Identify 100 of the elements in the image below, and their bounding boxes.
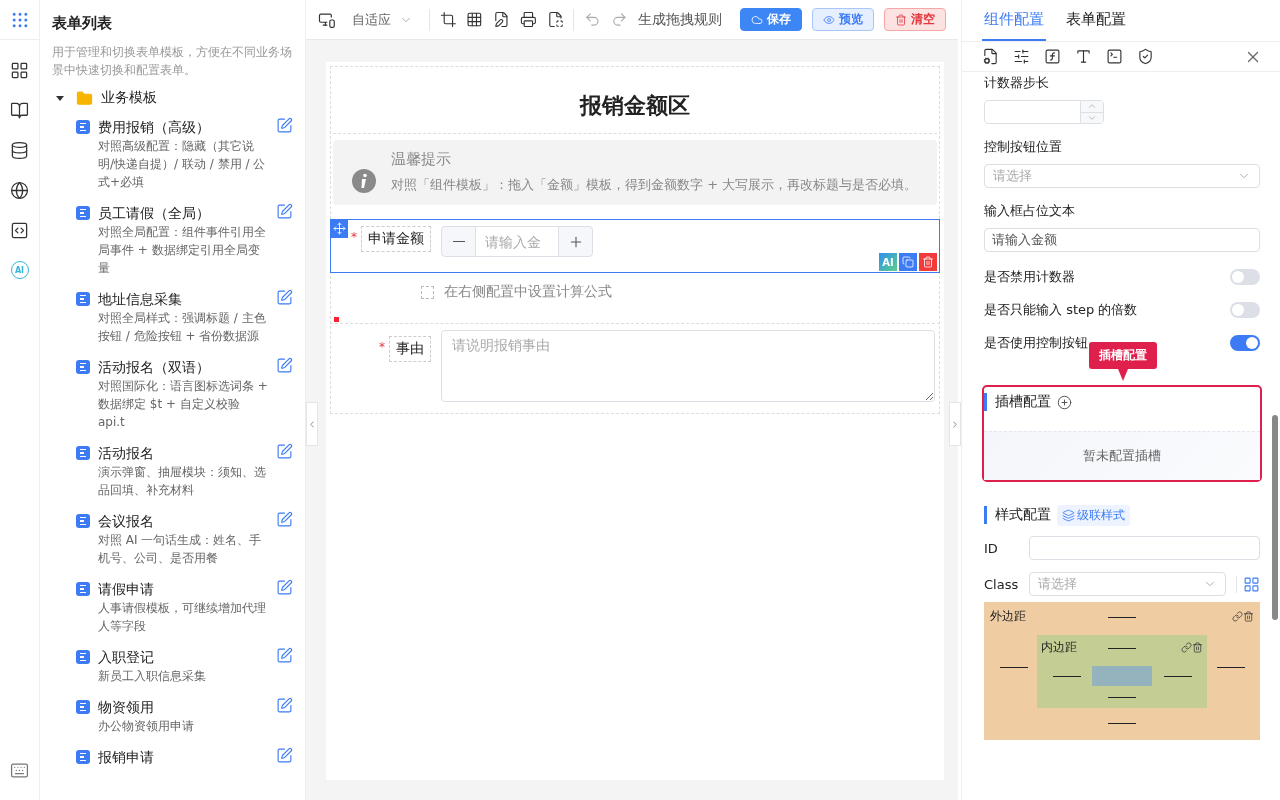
id-input[interactable] xyxy=(1029,536,1260,560)
folder-icon xyxy=(76,89,93,107)
toolbar-button[interactable]: 保存 xyxy=(739,8,802,31)
form-field-row[interactable]: * 申请金额 请输入金 AI xyxy=(330,219,940,273)
database-icon[interactable] xyxy=(10,140,29,160)
field-label: Class xyxy=(984,576,1020,592)
edit-icon[interactable] xyxy=(276,697,293,714)
panel-description: 用于管理和切换表单模板，方便在不同业务场景中快速切换和配置表单。 xyxy=(52,44,293,79)
folder-node[interactable]: 业务模板 xyxy=(52,85,293,111)
terminal-icon[interactable] xyxy=(1106,48,1123,65)
edit-icon[interactable] xyxy=(276,511,293,528)
template-item[interactable]: 员工请假（全局） 对照全局配置：组件事件引用全局事件 + 数据绑定引用全局变量 xyxy=(52,197,293,283)
toolbar-button[interactable]: 清空 xyxy=(883,8,946,31)
text-style-icon[interactable] xyxy=(1075,48,1092,65)
link-icon[interactable] xyxy=(1232,611,1243,622)
crop-icon[interactable] xyxy=(439,11,457,28)
undo-icon[interactable] xyxy=(584,11,602,28)
template-item[interactable]: 活动报名 演示弹窗、抽屉模块：须知、选品回填、补充材料 xyxy=(52,437,293,505)
template-item[interactable]: 报销申请 xyxy=(52,741,293,773)
template-item[interactable]: 地址信息采集 对照全局样式：强调标题 / 主色按钮 / 危险按钮 + 省份数据源 xyxy=(52,283,293,351)
file-scan-icon[interactable] xyxy=(546,11,564,28)
file-settings-icon[interactable] xyxy=(982,48,999,65)
file-edit-icon[interactable] xyxy=(493,11,510,28)
caret-icon xyxy=(56,95,64,101)
apps-icon[interactable] xyxy=(10,60,29,80)
box-label: 外边距 xyxy=(990,608,1026,625)
grid-icon[interactable] xyxy=(466,11,484,28)
hint-text: 在右侧配置中设置计算公式 xyxy=(444,283,612,301)
field-label: 申请金额 xyxy=(361,226,431,252)
field-label: 事由 xyxy=(389,336,431,362)
template-description: 对照国际化：语言图标选词条 + 数据绑定 $t + 自定义校验 api.t xyxy=(98,378,268,431)
field-label: 控制按钮位置 xyxy=(984,138,1063,156)
reason-textarea[interactable]: 请说明报销事由 xyxy=(441,330,935,402)
config-tab[interactable]: 组件配置 xyxy=(982,0,1046,41)
template-description: 人事请假模板，可继续增加代理人等字段 xyxy=(98,600,267,635)
edit-icon[interactable] xyxy=(276,443,293,460)
drag-handle[interactable] xyxy=(330,219,348,238)
link-icon[interactable] xyxy=(1181,642,1192,653)
trash-icon[interactable] xyxy=(1243,611,1254,622)
scrollbar[interactable] xyxy=(1272,415,1278,620)
margin-top-field[interactable] xyxy=(1108,615,1136,618)
add-icon[interactable] xyxy=(1057,394,1072,410)
book-icon[interactable] xyxy=(10,100,29,120)
edit-icon[interactable] xyxy=(276,357,293,374)
add-class-icon[interactable] xyxy=(1243,575,1260,593)
field-label: ID xyxy=(984,540,999,556)
edit-icon[interactable] xyxy=(276,203,293,220)
edit-icon[interactable] xyxy=(276,117,293,134)
template-item[interactable]: 入职登记 新员工入职信息采集 xyxy=(52,641,293,691)
layout-select[interactable]: 自适应 xyxy=(345,10,419,29)
cloud-icon xyxy=(750,13,763,26)
template-item[interactable]: 请假申请 人事请假模板，可继续增加代理人等字段 xyxy=(52,573,293,641)
minus-icon xyxy=(452,240,465,243)
edit-icon[interactable] xyxy=(276,747,293,764)
shield-icon[interactable] xyxy=(1137,48,1154,65)
template-item[interactable]: 活动报名（双语） 对照国际化：语言图标选词条 + 数据绑定 $t + 自定义校验 api.t xyxy=(52,351,293,437)
folder-label: 业务模板 xyxy=(101,89,157,107)
document-icon xyxy=(76,650,90,664)
generate-rules-link[interactable]: 生成拖拽规则 xyxy=(637,10,722,29)
trash-icon[interactable] xyxy=(1192,642,1203,653)
config-tab[interactable]: 表单配置 xyxy=(1064,0,1128,41)
toggle-switch[interactable] xyxy=(1230,334,1260,351)
edit-icon[interactable] xyxy=(276,289,293,306)
globe-icon[interactable] xyxy=(10,180,29,200)
template-item[interactable]: 物资领用 办公物资领用申请 xyxy=(52,691,293,741)
template-item[interactable]: 费用报销（高级） 对照高级配置：隐藏（其它说明/快递自提）/ 联动 / 禁用 / 公式+必填 xyxy=(52,111,293,197)
amount-input[interactable]: 请输入金 xyxy=(475,227,559,256)
toggle-switch[interactable] xyxy=(1230,268,1260,285)
template-description: 对照全局样式：强调标题 / 主色按钮 / 危险按钮 + 省份数据源 xyxy=(98,310,267,345)
copy-button[interactable] xyxy=(899,253,917,271)
number-input[interactable]: 请输入金 xyxy=(441,226,593,257)
redo-icon[interactable] xyxy=(611,11,628,28)
required-mark: * xyxy=(351,230,357,244)
template-title: 请假申请 xyxy=(98,580,155,599)
template-title: 入职登记 xyxy=(98,648,155,667)
edit-icon[interactable] xyxy=(276,647,293,664)
template-title: 活动报名（双语） xyxy=(98,358,211,377)
alert-text: 对照「组件模板」：拖入「金额」模板，得到金额数字 + 大写展示，再改标题与是否必填。 xyxy=(391,176,918,194)
template-title: 活动报名 xyxy=(98,444,155,463)
toggle-switch[interactable] xyxy=(1230,301,1260,318)
code-icon[interactable] xyxy=(10,220,29,240)
margin-left-field[interactable] xyxy=(999,665,1028,668)
template-item[interactable]: 会议报名 对照 AI 一句话生成：姓名、手机号、公司、是否用餐 xyxy=(52,505,293,573)
placeholder-input[interactable]: 请输入金额 xyxy=(984,228,1260,252)
info-icon xyxy=(351,168,377,194)
function-icon[interactable] xyxy=(1044,48,1061,65)
form-title: 报销金额区 xyxy=(333,69,937,134)
print-icon[interactable] xyxy=(519,11,537,28)
margin-right-field[interactable] xyxy=(1216,665,1245,668)
template-title: 物资领用 xyxy=(98,698,155,717)
padding-top-field[interactable] xyxy=(1108,646,1136,649)
edit-icon[interactable] xyxy=(276,579,293,596)
copy-icon xyxy=(902,256,914,268)
delete-button[interactable] xyxy=(919,253,937,271)
cascade-style-button[interactable]: 级联样式 xyxy=(1057,504,1130,526)
section-title: 插槽配置 xyxy=(995,393,1051,411)
placeholder-box xyxy=(421,285,434,299)
device-icon[interactable] xyxy=(318,10,336,29)
field-label: 计数器步长 xyxy=(984,74,1050,92)
sliders-icon[interactable] xyxy=(1013,48,1030,65)
